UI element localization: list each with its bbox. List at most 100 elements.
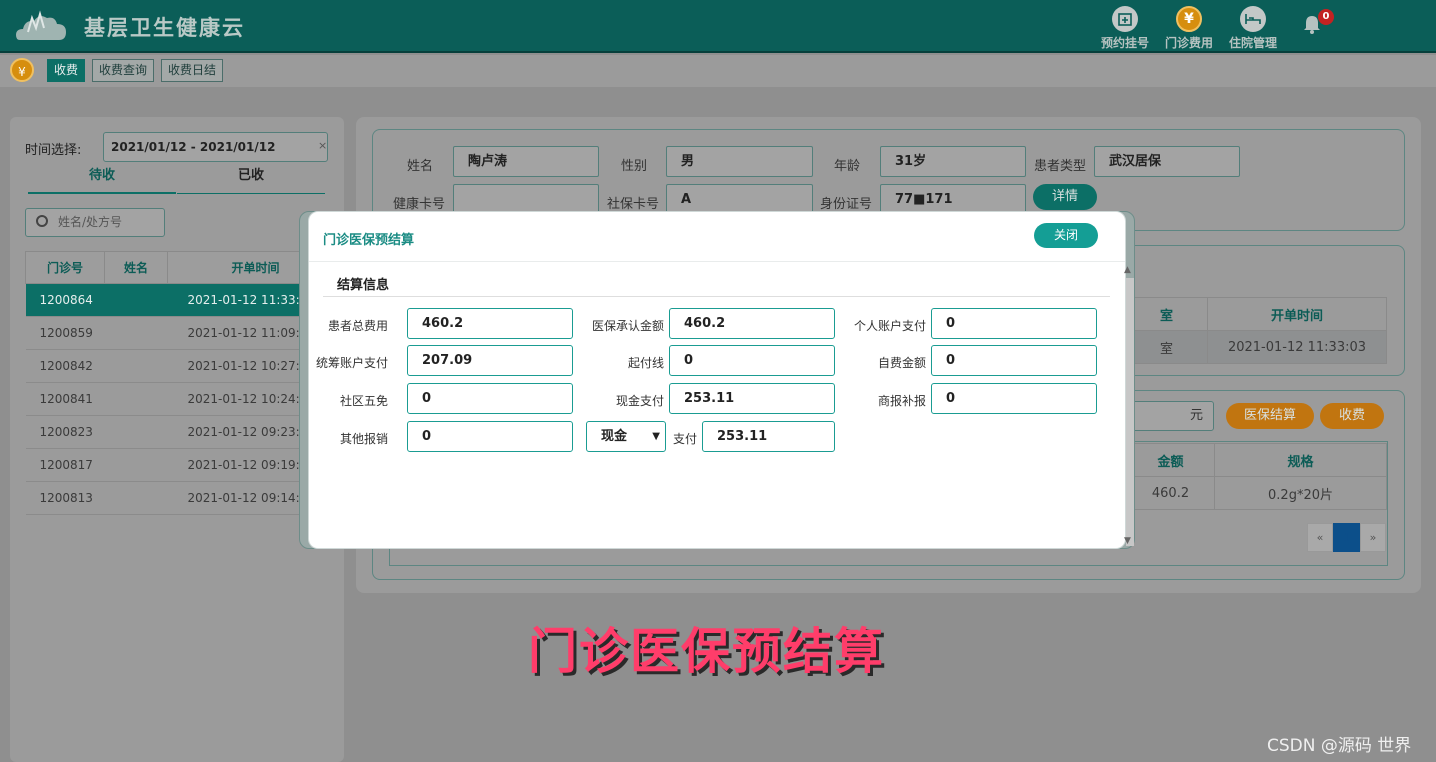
scroll-down-icon[interactable]: ▼ [1124, 536, 1131, 546]
daily-settlement-button[interactable]: 收费日结 [161, 59, 224, 82]
settlement-field-input[interactable]: 207.09 [407, 345, 573, 376]
tab-received[interactable]: 已收 [177, 166, 325, 194]
search-icon [36, 215, 48, 227]
outpatient-no-cell: 1200864 [25, 283, 105, 317]
patient-name-cell [104, 349, 168, 383]
col-header: 开单时间 [1207, 297, 1387, 331]
field-label: 统筹账户支付 [315, 356, 388, 370]
pay-method-select[interactable]: 现金 ▼ [586, 421, 666, 452]
overlay-caption: 门诊医保预结算 [528, 623, 886, 680]
patient-name-cell [104, 382, 168, 416]
divider [323, 296, 1110, 297]
patient-type-label: 患者类型 [1033, 159, 1086, 174]
credit-text: CSDN @源码 世界 [1267, 736, 1412, 756]
spec-cell: 0.2g*20片 [1214, 476, 1387, 510]
tab-pending[interactable]: 待收 [28, 166, 176, 194]
field-label: 商报补报 [877, 394, 926, 408]
other-reimbursement-input[interactable]: 0 [407, 421, 573, 452]
field-label: 现金支付 [615, 394, 664, 408]
scrollbar[interactable] [1126, 278, 1134, 546]
pager-prev[interactable]: « [1307, 523, 1333, 552]
insurance-settle-button[interactable]: 医保结算 [1226, 403, 1314, 429]
field-label: 起付线 [627, 356, 664, 370]
patient-type-field[interactable]: 武汉居保 [1094, 146, 1240, 177]
col-header: 室 [1125, 297, 1208, 331]
nav-appointment[interactable]: 预约挂号 [1094, 6, 1156, 50]
date-range-input[interactable]: 2021/01/12 - 2021/01/12 [103, 132, 328, 162]
outpatient-no-cell: 1200817 [25, 448, 105, 482]
table-row[interactable]: 1200817 2021-01-12 09:19:03 [25, 448, 344, 482]
field-label: 社区五免 [339, 394, 388, 408]
col-header: 姓名 [104, 251, 168, 284]
brand-title: 基层卫生健康云 [84, 16, 245, 40]
nav-label: 门诊费用 [1164, 36, 1213, 50]
nav-inpatient[interactable]: 住院管理 [1222, 6, 1284, 50]
modal-title: 门诊医保预结算 [323, 233, 415, 248]
field-label: 医保承认金额 [591, 319, 664, 333]
table-row[interactable]: 1200842 2021-01-12 10:27:36 [25, 349, 344, 383]
name-field[interactable]: 陶卢涛 [453, 146, 599, 177]
settlement-field-input[interactable]: 0 [931, 345, 1097, 376]
settlement-field-input[interactable]: 253.11 [669, 383, 835, 414]
fees-table: 金额 规格 460.2 0.2g*20片 [1126, 443, 1387, 510]
gender-field[interactable]: 男 [666, 146, 813, 177]
settlement-field-input[interactable]: 460.2 [669, 308, 835, 339]
name-label: 姓名 [406, 159, 433, 174]
table-row[interactable]: 1200823 2021-01-12 09:23:08 [25, 415, 344, 449]
time-label: 时间选择: [25, 143, 82, 158]
hospital-bed-icon [1240, 6, 1266, 32]
field-label: 个人账户支付 [853, 319, 926, 333]
charge-query-button[interactable]: 收费查询 [92, 59, 155, 82]
notification-badge: 0 [1318, 9, 1334, 25]
gender-label: 性别 [620, 159, 647, 174]
patient-name-cell [104, 316, 168, 350]
field-label: 其他报销 [339, 432, 388, 446]
chevron-down-icon: ▼ [652, 431, 660, 442]
yuan-coin-icon: ¥ [1176, 6, 1202, 32]
table-row[interactable]: 1200864 2021-01-12 11:33:03 [25, 283, 344, 317]
pager-next[interactable]: » [1360, 523, 1386, 552]
patient-name-cell [104, 415, 168, 449]
yuan-coin-icon: ¥ [10, 58, 34, 82]
charge-tab-button[interactable]: 收费 [47, 59, 86, 82]
nav-label: 住院管理 [1228, 36, 1277, 50]
pay-method-value: 现金 [601, 429, 628, 444]
orders-table: 室开单时间 室 2021-01-12 11:33:03 [1125, 297, 1387, 364]
outpatient-no-cell: 1200813 [25, 481, 105, 515]
clear-icon[interactable]: × [318, 139, 327, 152]
age-field[interactable]: 31岁 [880, 146, 1026, 177]
detail-button[interactable]: 详情 [1033, 184, 1097, 210]
field-label: 患者总费用 [327, 319, 388, 333]
order-cell: 室 [1125, 330, 1208, 364]
health-card-label: 健康卡号 [392, 197, 445, 212]
col-header: 规格 [1214, 443, 1387, 477]
table-row[interactable]: 1200841 2021-01-12 10:24:53 [25, 382, 344, 416]
outpatient-no-cell: 1200841 [25, 382, 105, 416]
scroll-up-icon[interactable]: ▲ [1124, 265, 1131, 275]
patient-name-cell [104, 283, 168, 317]
age-label: 年龄 [833, 159, 860, 174]
nav-outpatient-fees[interactable]: ¥ 门诊费用 [1158, 6, 1220, 50]
charge-button[interactable]: 收费 [1320, 403, 1384, 429]
patient-name-cell [104, 448, 168, 482]
table-row[interactable]: 1200859 2021-01-12 11:09:16 [25, 316, 344, 350]
table-row[interactable]: 1200813 2021-01-12 09:14:40 [25, 481, 344, 515]
cloud-logo-icon [16, 10, 66, 40]
social-card-label: 社保卡号 [606, 197, 659, 212]
divider [309, 261, 1125, 262]
settlement-field-input[interactable]: 0 [669, 345, 835, 376]
settlement-field-input[interactable]: 0 [407, 383, 573, 414]
outpatient-no-cell: 1200842 [25, 349, 105, 383]
outpatient-no-cell: 1200859 [25, 316, 105, 350]
pending-table: 门诊号 姓名 开单时间 1200864 2021-01-12 11:33:03 12… [25, 251, 344, 515]
amount-unit-field[interactable]: 元 [1126, 401, 1214, 431]
close-button[interactable]: 关闭 [1034, 223, 1098, 248]
id-card-label: 身份证号 [819, 197, 872, 212]
pay-label: 支付 [673, 432, 698, 446]
settlement-field-input[interactable]: 0 [931, 383, 1097, 414]
pager-page-1[interactable]: 1 [1333, 523, 1360, 552]
pay-amount-input[interactable]: 253.11 [702, 421, 835, 452]
settlement-field-input[interactable]: 460.2 [407, 308, 573, 339]
settlement-field-input[interactable]: 0 [931, 308, 1097, 339]
outpatient-no-cell: 1200823 [25, 415, 105, 449]
